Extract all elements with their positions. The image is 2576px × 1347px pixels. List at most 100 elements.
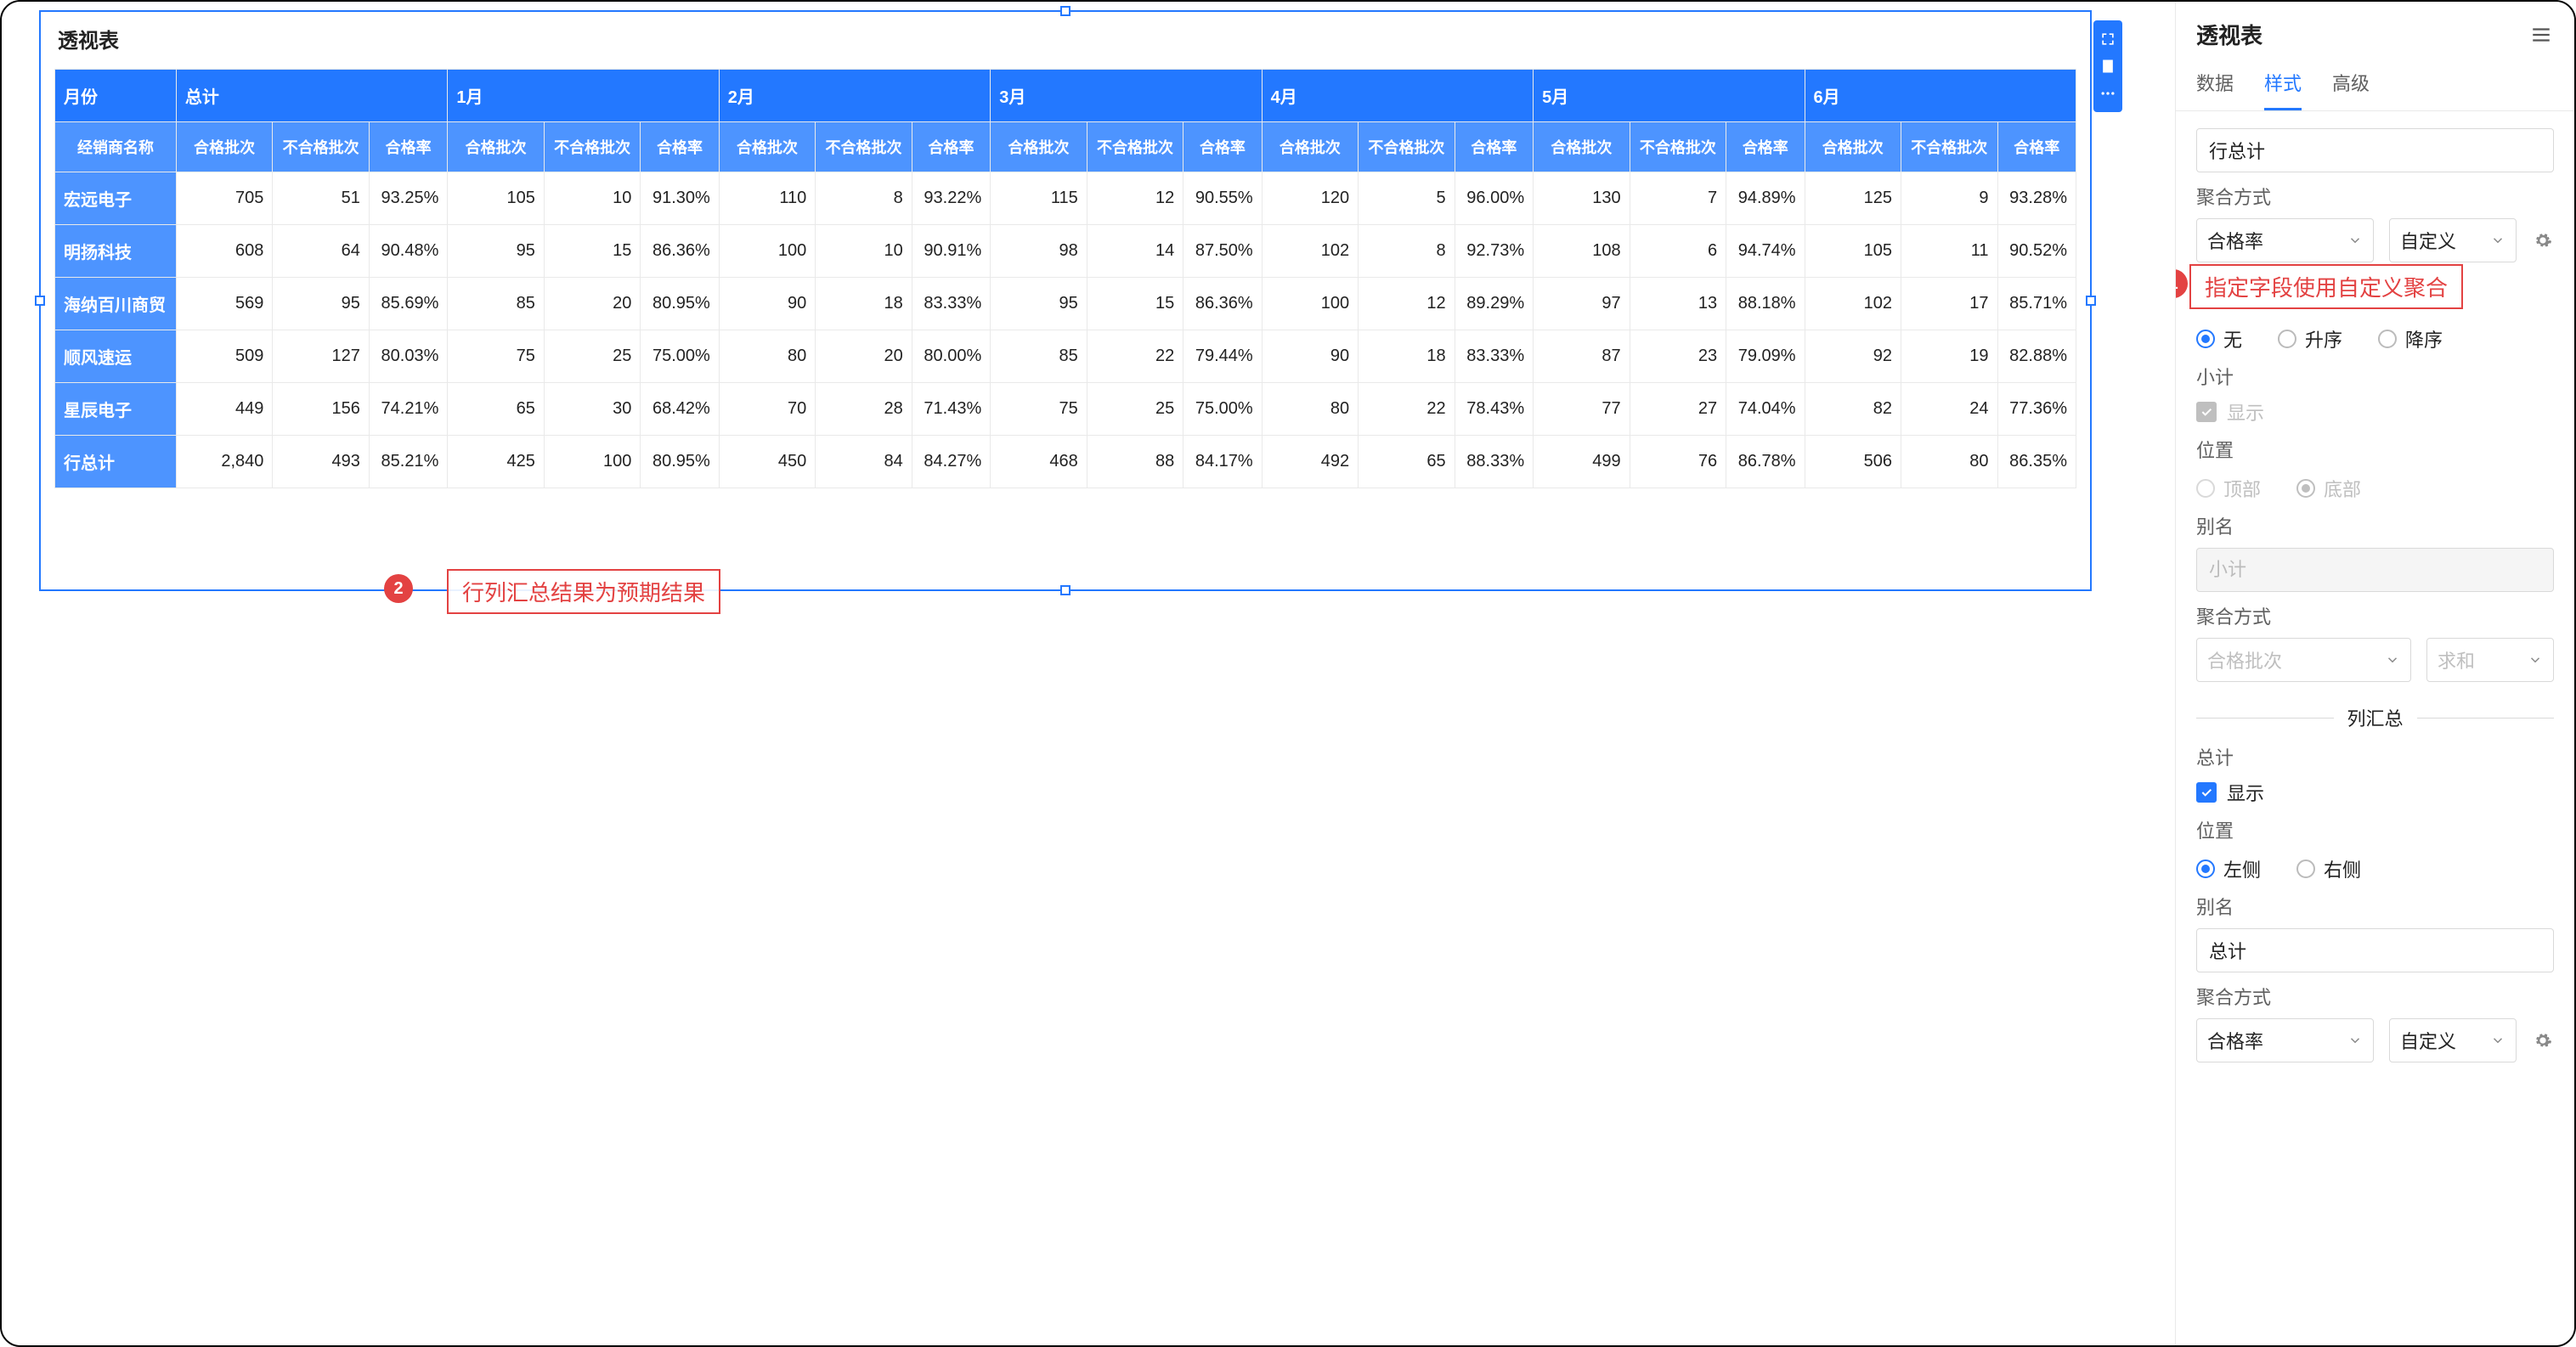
tab-style[interactable]: 样式 — [2264, 57, 2302, 110]
metric-header: 不合格批次 — [1087, 122, 1183, 172]
gear-icon[interactable] — [2532, 1029, 2554, 1051]
agg2-field-select: 合格批次 — [2196, 638, 2411, 682]
row-label: 星辰电子 — [55, 383, 177, 436]
annotation-box-1: 指定字段使用自定义聚合 — [2189, 264, 2463, 309]
row-header-label: 经销商名称 — [55, 122, 177, 172]
radio-sort-none[interactable]: 无 — [2196, 325, 2242, 352]
agg2-method-select: 求和 — [2426, 638, 2554, 682]
gear-icon[interactable] — [2532, 229, 2554, 251]
subtotal-position-label: 位置 — [2196, 436, 2554, 463]
radio-subtotal-top[interactable]: 顶部 — [2196, 475, 2261, 502]
row-total-name-input[interactable] — [2196, 128, 2554, 172]
metric-header: 合格批次 — [1262, 122, 1358, 172]
col-month-4: 4月 — [1262, 70, 1533, 122]
subtotal-alias-input — [2196, 548, 2554, 592]
panel-menu-icon[interactable] — [2528, 22, 2554, 48]
metric-header: 不合格批次 — [544, 122, 640, 172]
tab-advanced[interactable]: 高级 — [2332, 57, 2370, 110]
col-month-1: 1月 — [448, 70, 719, 122]
table-row: 顺风速运50912780.03%752575.00%802080.00%8522… — [55, 330, 2076, 383]
row-label: 宏远电子 — [55, 172, 177, 225]
radio-col-left[interactable]: 左侧 — [2196, 855, 2261, 882]
chevron-down-icon — [2347, 233, 2363, 248]
chevron-down-icon — [2490, 1033, 2505, 1048]
subtotal-alias-label: 别名 — [2196, 512, 2554, 539]
metric-header: 合格批次 — [1534, 122, 1630, 172]
col-summary-divider: 列汇总 — [2196, 704, 2554, 731]
chevron-down-icon — [2528, 652, 2543, 668]
pivot-widget[interactable]: 透视表 月份总计1月2月3月4月5月6月 经销商名称合格批次不合格批次合格率合格… — [39, 10, 2092, 591]
table-row: 海纳百川商贸5699585.69%852080.95%901883.33%951… — [55, 278, 2076, 330]
col-total-label: 总计 — [2196, 743, 2554, 770]
resize-handle-left[interactable] — [35, 296, 45, 306]
agg-method-label: 聚合方式 — [2196, 183, 2554, 210]
col-alias-label: 别名 — [2196, 893, 2554, 920]
pivot-table: 月份总计1月2月3月4月5月6月 经销商名称合格批次不合格批次合格率合格批次不合… — [54, 69, 2076, 488]
widget-action-bar — [2093, 20, 2122, 112]
widget-title: 透视表 — [58, 24, 2076, 54]
col-month-3: 3月 — [991, 70, 1262, 122]
metric-header: 合格率 — [369, 122, 447, 172]
agg-field-select[interactable]: 合格率 — [2196, 218, 2374, 262]
col-position-label: 位置 — [2196, 816, 2554, 843]
side-panel: 透视表 数据 样式 高级 聚合方式 合格率 自定义 1 指定字段使 — [2175, 2, 2574, 1345]
more-icon[interactable] — [2098, 83, 2118, 104]
metric-header: 合格率 — [1997, 122, 2076, 172]
panel-title: 透视表 — [2196, 19, 2262, 50]
col-month-5: 5月 — [1534, 70, 1805, 122]
metric-header: 合格率 — [1726, 122, 1805, 172]
metric-header: 合格批次 — [1805, 122, 1901, 172]
metric-header: 合格批次 — [448, 122, 544, 172]
resize-handle-bottom[interactable] — [1060, 585, 1071, 595]
col-total-label: 总计 — [176, 70, 447, 122]
chevron-down-icon — [2490, 233, 2505, 248]
expand-icon[interactable] — [2098, 29, 2118, 49]
metric-header: 不合格批次 — [273, 122, 369, 172]
radio-sort-asc[interactable]: 升序 — [2278, 325, 2342, 352]
row-label: 海纳百川商贸 — [55, 278, 177, 330]
resize-handle-right[interactable] — [2086, 296, 2096, 306]
row-label: 行总计 — [55, 436, 177, 488]
table-row: 明扬科技6086490.48%951586.36%1001090.91%9814… — [55, 225, 2076, 278]
resize-handle-top[interactable] — [1060, 6, 1071, 16]
checkbox-col-total-show[interactable]: 显示 — [2196, 779, 2554, 806]
metric-header: 不合格批次 — [1359, 122, 1455, 172]
radio-subtotal-bottom[interactable]: 底部 — [2296, 475, 2361, 502]
metric-header: 合格批次 — [176, 122, 272, 172]
note-icon[interactable] — [2098, 56, 2118, 76]
annotation-box-2: 行列汇总结果为预期结果 — [447, 569, 720, 614]
canvas-area[interactable]: 透视表 月份总计1月2月3月4月5月6月 经销商名称合格批次不合格批次合格率合格… — [2, 2, 2175, 1345]
agg3-field-select[interactable]: 合格率 — [2196, 1018, 2374, 1062]
panel-tabs: 数据 样式 高级 — [2176, 57, 2574, 111]
annotation-badge-2: 2 — [384, 574, 413, 603]
annotation-badge-1: 1 — [2176, 269, 2188, 298]
radio-sort-desc[interactable]: 降序 — [2378, 325, 2443, 352]
col-alias-input[interactable] — [2196, 928, 2554, 972]
agg2-label: 聚合方式 — [2196, 602, 2554, 629]
agg3-label: 聚合方式 — [2196, 983, 2554, 1010]
metric-header: 合格批次 — [719, 122, 815, 172]
chevron-down-icon — [2385, 652, 2400, 668]
metric-header: 合格率 — [1183, 122, 1262, 172]
col-month-6: 6月 — [1805, 70, 2076, 122]
chevron-down-icon — [2347, 1033, 2363, 1048]
agg-method-select[interactable]: 自定义 — [2389, 218, 2517, 262]
metric-header: 不合格批次 — [816, 122, 912, 172]
metric-header: 不合格批次 — [1630, 122, 1726, 172]
agg3-method-select[interactable]: 自定义 — [2389, 1018, 2517, 1062]
row-total: 行总计2,84049385.21%42510080.95%4508484.27%… — [55, 436, 2076, 488]
radio-col-right[interactable]: 右侧 — [2296, 855, 2361, 882]
subtotal-label: 小计 — [2196, 363, 2554, 390]
metric-header: 合格率 — [912, 122, 990, 172]
metric-header: 合格率 — [641, 122, 719, 172]
row-label: 顺风速运 — [55, 330, 177, 383]
col-months-label: 月份 — [55, 70, 177, 122]
row-label: 明扬科技 — [55, 225, 177, 278]
tab-data[interactable]: 数据 — [2196, 57, 2234, 110]
metric-header: 不合格批次 — [1901, 122, 1997, 172]
metric-header: 合格率 — [1455, 122, 1533, 172]
table-row: 星辰电子44915674.21%653068.42%702871.43%7525… — [55, 383, 2076, 436]
col-month-2: 2月 — [719, 70, 990, 122]
checkbox-subtotal-show[interactable]: 显示 — [2196, 398, 2554, 426]
table-row: 宏远电子7055193.25%1051091.30%110893.22%1151… — [55, 172, 2076, 225]
